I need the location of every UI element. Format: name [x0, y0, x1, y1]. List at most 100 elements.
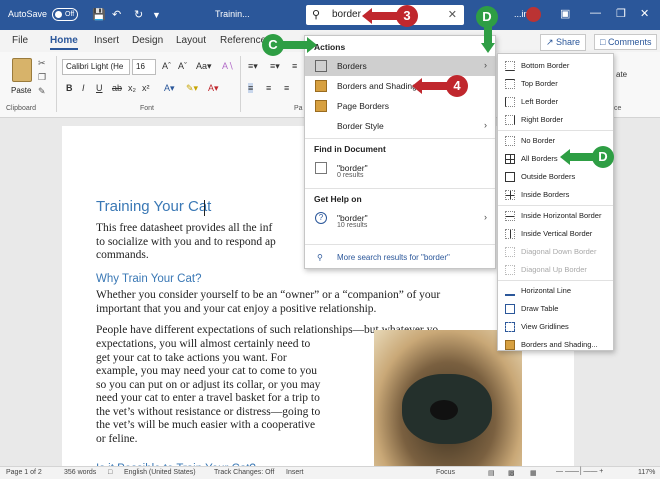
- font-color-icon[interactable]: A▾: [208, 83, 219, 94]
- change-case-icon[interactable]: Aa▾: [196, 61, 212, 72]
- track-changes-status[interactable]: Track Changes: Off: [214, 469, 274, 476]
- borders-and-shading-item[interactable]: Borders and Shading...: [498, 336, 613, 354]
- bottom-border-item[interactable]: Bottom Border: [498, 57, 613, 75]
- help-result[interactable]: ? "border" 10 results ›: [305, 208, 495, 234]
- horizontal-line-item[interactable]: Horizontal Line: [498, 282, 613, 300]
- cut-icon[interactable]: ✂: [38, 58, 46, 69]
- copy-icon[interactable]: ❐: [38, 72, 46, 83]
- close-icon[interactable]: ✕: [448, 8, 457, 21]
- zoom-slider[interactable]: — ——│—— +: [556, 468, 603, 475]
- callout-arrow: [481, 43, 495, 53]
- avatar[interactable]: [526, 7, 541, 22]
- inside-vertical-border-icon: [505, 229, 515, 239]
- font-name-field[interactable]: Calibri Light (He: [62, 59, 130, 75]
- web-layout-icon[interactable]: ▦: [530, 469, 537, 477]
- share-button[interactable]: ↗ Share: [540, 34, 587, 51]
- align-right-icon[interactable]: ≡: [284, 83, 289, 93]
- bullets-icon[interactable]: ≡▾: [248, 61, 258, 72]
- find-in-document-result[interactable]: "border" 0 results: [305, 158, 495, 184]
- text-cursor: [204, 200, 205, 216]
- page-count[interactable]: Page 1 of 2: [6, 469, 42, 476]
- read-mode-icon[interactable]: ▤: [488, 469, 495, 477]
- underline-icon[interactable]: U: [96, 83, 103, 93]
- left-border-item[interactable]: Left Border: [498, 93, 613, 111]
- zoom-level[interactable]: 117%: [638, 469, 655, 476]
- comments-button[interactable]: □ Comments: [594, 34, 658, 50]
- word-count[interactable]: 356 words: [64, 469, 96, 476]
- ribbon-display-icon[interactable]: ▣: [560, 7, 570, 20]
- tab-home[interactable]: Home: [50, 35, 78, 50]
- horizontal-line-icon: [505, 286, 515, 296]
- search-input[interactable]: border: [332, 9, 361, 20]
- insert-mode-status[interactable]: Insert: [286, 469, 304, 476]
- tab-file[interactable]: File: [12, 35, 28, 46]
- inside-borders-item[interactable]: Inside Borders: [498, 186, 613, 204]
- save-icon[interactable]: 💾: [92, 8, 106, 21]
- search-icon: ⚲: [317, 253, 323, 262]
- language-status[interactable]: English (United States): [124, 469, 196, 476]
- undo-icon[interactable]: ↶: [112, 8, 121, 21]
- help-count: 10 results: [337, 222, 368, 229]
- inside-vertical-border-item[interactable]: Inside Vertical Border: [498, 225, 613, 243]
- proofing-icon[interactable]: □: [108, 469, 112, 476]
- search-icon: ⚲: [312, 9, 321, 21]
- editing-label[interactable]: ate: [616, 70, 627, 79]
- view-gridlines-item[interactable]: View Gridlines: [498, 318, 613, 336]
- submenu-label: Inside Vertical Border: [521, 229, 593, 238]
- qat-more-icon[interactable]: ▼: [152, 10, 161, 20]
- submenu-label: Borders and Shading...: [521, 340, 598, 349]
- align-left-icon[interactable]: ≡: [248, 83, 254, 93]
- restore-icon[interactable]: ❐: [616, 7, 626, 20]
- grow-font-icon[interactable]: Aˆ: [162, 61, 171, 71]
- action-border-style[interactable]: Border Style ›: [305, 116, 495, 136]
- align-center-icon[interactable]: ≡: [266, 83, 271, 93]
- strikethrough-icon[interactable]: ab: [112, 83, 122, 93]
- numbering-icon[interactable]: ≡▾: [270, 61, 280, 72]
- outside-borders-item[interactable]: Outside Borders: [498, 168, 613, 186]
- right-border-item[interactable]: Right Border: [498, 111, 613, 129]
- callout-step-d-side: D: [560, 146, 616, 168]
- minimize-icon[interactable]: —: [590, 7, 601, 19]
- subscript-icon[interactable]: x₂: [128, 83, 136, 93]
- paste-icon[interactable]: [12, 58, 32, 82]
- close-window-icon[interactable]: ✕: [640, 7, 649, 20]
- tab-design[interactable]: Design: [132, 35, 163, 46]
- print-layout-icon[interactable]: ▩: [508, 469, 515, 477]
- clear-formatting-icon[interactable]: A∖: [222, 61, 234, 72]
- submenu-label: All Borders: [521, 154, 558, 163]
- callout-badge: 3: [396, 5, 418, 27]
- outside-borders-icon: [505, 172, 515, 182]
- callout-step-3: 3: [362, 5, 418, 27]
- paste-label[interactable]: Paste: [11, 86, 31, 95]
- submenu-label: Inside Borders: [521, 190, 570, 199]
- highlight-icon[interactable]: ✎▾: [186, 83, 198, 94]
- tab-insert[interactable]: Insert: [94, 35, 119, 46]
- more-search-results-link[interactable]: ⚲ More search results for "border": [305, 248, 495, 268]
- format-painter-icon[interactable]: ✎: [38, 86, 46, 97]
- text-effects-icon[interactable]: A▾: [164, 83, 175, 94]
- callout-arrow: [280, 41, 308, 49]
- tab-layout[interactable]: Layout: [176, 35, 206, 46]
- italic-icon[interactable]: I: [82, 83, 85, 93]
- shrink-font-icon[interactable]: Aˇ: [178, 61, 187, 71]
- borders-shading-icon: [315, 80, 327, 92]
- inside-horizontal-border-item[interactable]: Inside Horizontal Border: [498, 207, 613, 225]
- callout-badge: D: [592, 146, 614, 168]
- action-page-borders[interactable]: Page Borders: [305, 96, 495, 116]
- status-bar: Page 1 of 2 356 words □ English (United …: [0, 466, 660, 479]
- action-borders[interactable]: Borders ›: [305, 56, 495, 76]
- draw-table-item[interactable]: Draw Table: [498, 300, 613, 318]
- callout-step-4: 4: [412, 75, 468, 97]
- focus-button[interactable]: Focus: [436, 469, 455, 476]
- superscript-icon[interactable]: x²: [142, 83, 150, 93]
- font-size-field[interactable]: 16: [132, 59, 156, 75]
- multilevel-list-icon[interactable]: ≡: [292, 61, 297, 71]
- actions-header: Actions: [314, 42, 346, 52]
- autosave-toggle[interactable]: Off: [52, 8, 78, 21]
- top-border-item[interactable]: Top Border: [498, 75, 613, 93]
- submenu-label: View Gridlines: [521, 322, 569, 331]
- tab-references[interactable]: Reference: [220, 35, 266, 46]
- redo-icon[interactable]: ↻: [134, 8, 143, 21]
- help-icon: ?: [315, 212, 327, 224]
- bold-icon[interactable]: B: [66, 83, 73, 93]
